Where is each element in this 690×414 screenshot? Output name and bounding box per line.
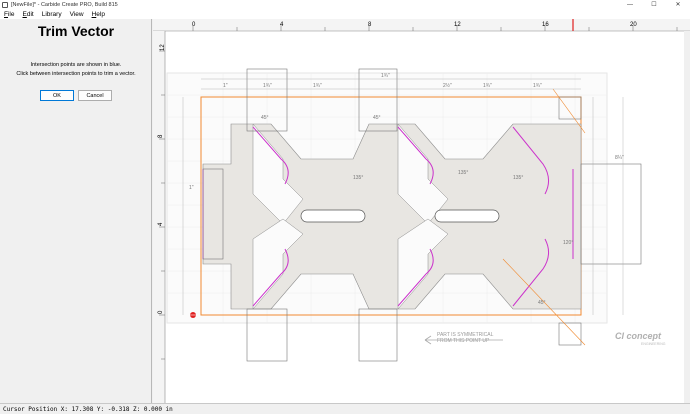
status-bar: Cursor Position X: 17.308 Y: -0.318 Z: 0… [0,403,690,414]
top-ruler[interactable] [153,19,690,31]
slot-right[interactable] [434,209,500,223]
ruler-label-20: 20 [630,22,637,28]
title-bar: [NewFile]* - Carbide Create PRO, Build 8… [0,0,690,9]
ruler-label-y12: 12 [160,44,166,51]
angle-label: 45° [373,115,381,121]
design-canvas[interactable]: 0 4 8 12 16 20 12 8 4 0 1" 1¾" 1¾" 1¾" 2… [153,19,690,403]
dim-label: 1¾" [313,83,322,89]
menu-edit[interactable]: Edit [19,11,38,18]
minimize-button[interactable]: — [618,0,642,9]
menu-help[interactable]: Help [88,11,109,18]
ok-button[interactable]: OK [40,90,74,101]
menu-file[interactable]: File [0,11,19,18]
app-icon [2,1,8,8]
instruction-line-2: Click between intersection points to tri… [16,71,136,77]
dim-label: 1" [223,83,228,89]
ruler-label-16: 16 [542,22,549,28]
symmetry-note-line-2: FROM THIS POINT UP [437,338,490,344]
menu-bar: File Edit Library View Help [0,9,690,19]
instruction-line-1: Intersection points are shown in blue. [30,62,122,68]
dim-label: 8¼" [615,155,624,161]
angle-label: 135° [353,175,363,181]
dim-label: 2½" [443,82,452,89]
ruler-label-12: 12 [454,22,461,28]
dim-label: 1¾" [263,83,272,89]
trim-vector-panel: Trim Vector Intersection points are show… [0,19,152,403]
angle-label: 135° [458,170,468,176]
dim-label: 1¾" [381,73,390,79]
close-button[interactable]: ✕ [666,0,690,9]
cancel-button[interactable]: Cancel [78,90,112,101]
maximize-button[interactable]: ☐ [642,0,666,9]
menu-view[interactable]: View [66,11,88,18]
panel-title: Trim Vector [37,23,115,39]
slot-left[interactable] [300,209,366,223]
dim-label: 1¾" [483,83,492,89]
left-ruler[interactable] [153,31,165,403]
angle-label: 45° [538,300,546,306]
window-controls: — ☐ ✕ [618,0,690,9]
canvas-svg[interactable]: 0 4 8 12 16 20 12 8 4 0 1" 1¾" 1¾" 1¾" 2… [153,19,690,403]
vertical-scrollbar[interactable] [684,31,690,403]
concept-logo: CI concept [615,331,662,341]
concept-logo-subtext: ENGINEERING [641,342,666,346]
angle-label: 135° [513,175,523,181]
angle-label: 45° [261,115,269,121]
angle-label: 120° [563,240,573,246]
dim-label: 1" [189,185,194,191]
menu-library[interactable]: Library [38,11,66,18]
window-title: [NewFile]* - Carbide Create PRO, Build 8… [11,1,118,8]
dim-label: 1¾" [533,83,542,89]
